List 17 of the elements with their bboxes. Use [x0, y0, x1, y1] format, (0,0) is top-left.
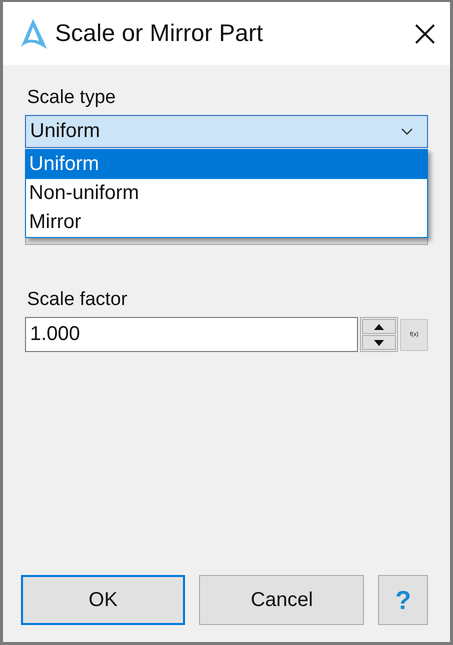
up-triangle-icon — [374, 324, 384, 330]
dropdown-option[interactable]: Non-uniform — [26, 179, 427, 208]
down-triangle-icon — [374, 340, 384, 346]
ok-button[interactable]: OK — [21, 575, 186, 625]
scale-type-label: Scale type — [27, 87, 117, 109]
scale-factor-label: Scale factor — [27, 289, 128, 311]
chevron-down-icon — [401, 128, 413, 136]
dropdown-option[interactable]: Mirror — [26, 208, 427, 237]
scale-factor-field[interactable]: 1.000 — [25, 317, 358, 352]
window-title: Scale or Mirror Part — [55, 20, 264, 48]
increment-button[interactable] — [362, 319, 396, 334]
scale-type-dropdown[interactable]: Uniform — [25, 115, 428, 148]
logo-icon — [19, 16, 49, 50]
cancel-button[interactable]: Cancel — [199, 575, 364, 625]
decrement-button[interactable] — [362, 335, 396, 350]
dropdown-option[interactable]: Uniform — [26, 150, 427, 179]
close-icon[interactable] — [414, 22, 436, 44]
